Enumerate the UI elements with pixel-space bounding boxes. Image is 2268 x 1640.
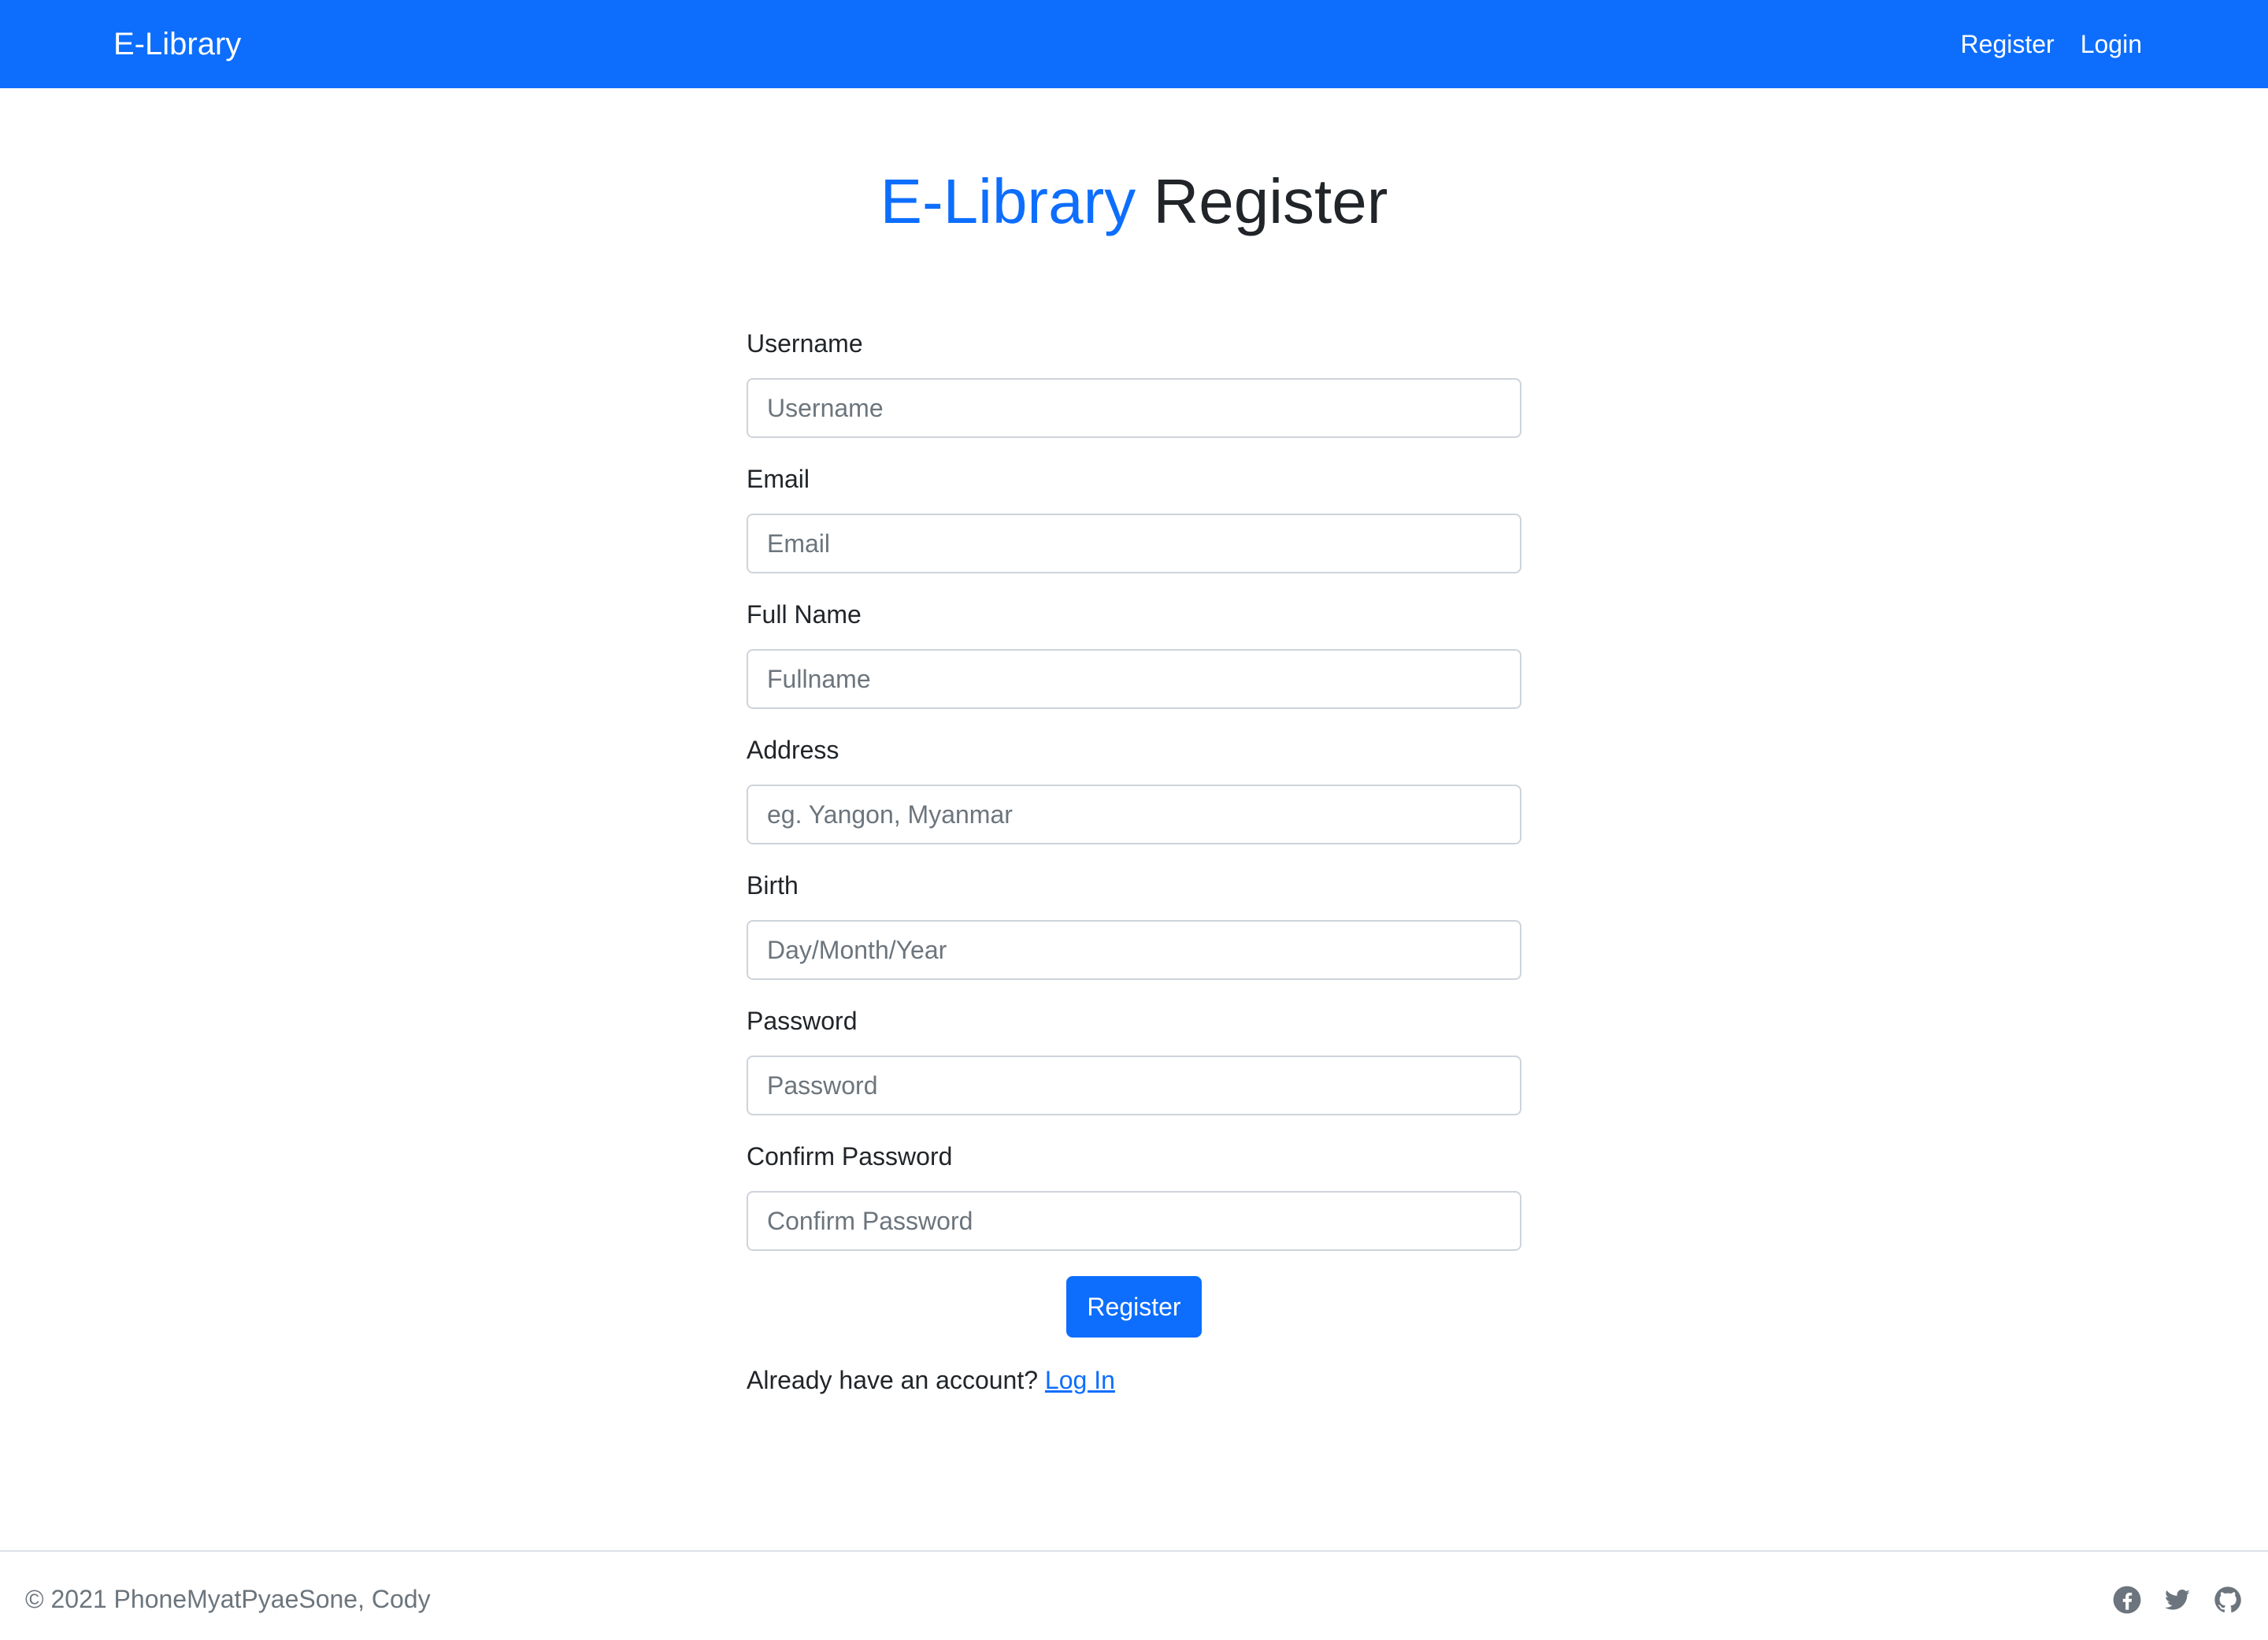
navbar-links: Register Login — [1961, 27, 2142, 61]
register-form: Username Email Full Name Address Birth P… — [747, 326, 1521, 1275]
password-input[interactable] — [747, 1056, 1521, 1115]
page-title-accent: E-Library — [880, 166, 1136, 236]
fullname-label: Full Name — [747, 600, 862, 629]
birth-input[interactable] — [747, 920, 1521, 980]
username-group: Username — [747, 326, 1521, 462]
nav-link-login[interactable]: Login — [2081, 27, 2142, 61]
address-input[interactable] — [747, 785, 1521, 844]
navbar: E-Library Register Login — [0, 0, 2268, 88]
login-link[interactable]: Log In — [1045, 1366, 1115, 1394]
password-group: Password — [747, 1004, 1521, 1139]
account-prompt: Already have an account? Log In — [747, 1363, 1115, 1397]
username-label: Username — [747, 329, 863, 358]
github-icon[interactable] — [2213, 1585, 2243, 1615]
copyright-text: © 2021 PhoneMyatPyaeSone, Cody — [25, 1585, 431, 1613]
social-links — [2112, 1585, 2243, 1615]
fullname-input[interactable] — [747, 649, 1521, 709]
fullname-group: Full Name — [747, 597, 1521, 733]
email-group: Email — [747, 462, 1521, 597]
address-group: Address — [747, 733, 1521, 868]
facebook-icon[interactable] — [2112, 1585, 2142, 1615]
submit-wrap: Register — [747, 1276, 1521, 1338]
password-label: Password — [747, 1007, 858, 1035]
confirm-password-group: Confirm Password — [747, 1139, 1521, 1275]
navbar-brand[interactable]: E-Library — [113, 24, 241, 65]
birth-label: Birth — [747, 871, 799, 900]
confirm-password-label: Confirm Password — [747, 1142, 953, 1171]
register-button[interactable]: Register — [1066, 1276, 1202, 1338]
birth-group: Birth — [747, 868, 1521, 1004]
twitter-icon[interactable] — [2162, 1585, 2192, 1615]
nav-link-register[interactable]: Register — [1961, 27, 2055, 61]
email-label: Email — [747, 465, 810, 493]
footer: © 2021 PhoneMyatPyaeSone, Cody — [0, 1550, 2268, 1640]
address-label: Address — [747, 736, 839, 764]
confirm-password-input[interactable] — [747, 1191, 1521, 1251]
email-input[interactable] — [747, 514, 1521, 573]
username-input[interactable] — [747, 378, 1521, 438]
page-title-rest: Register — [1153, 166, 1388, 236]
account-prompt-text: Already have an account? — [747, 1366, 1039, 1394]
page-title: E-Library Register — [0, 162, 2268, 241]
